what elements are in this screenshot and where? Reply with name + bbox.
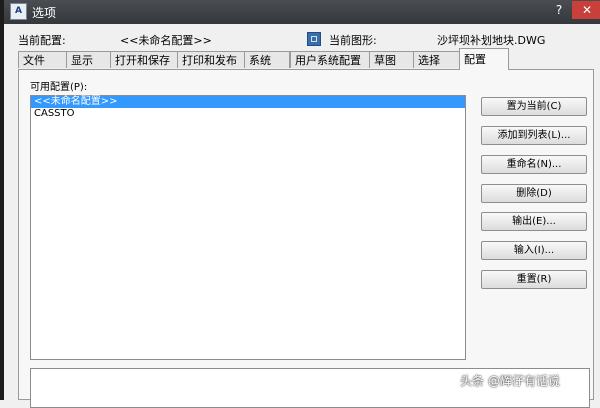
available-profiles-label: 可用配置(P): [30,82,88,93]
import-button[interactable]: 输入(I)... [481,241,587,260]
reset-button[interactable]: 重置(R) [481,270,587,289]
close-button[interactable]: ✕ [572,1,600,19]
tab-display[interactable]: 显示 [66,51,111,68]
set-current-button[interactable]: 置为当前(C) [481,97,587,116]
close-icon: ✕ [581,3,593,17]
tab-system[interactable]: 系统 [244,51,290,68]
list-item[interactable]: <<未命名配置>> [31,96,465,108]
rename-button[interactable]: 重命名(N)... [481,155,587,174]
tab-plot-publish[interactable]: 打印和发布 [177,51,245,68]
dwg-file-icon [307,32,321,46]
list-item[interactable]: CASSTO [31,108,465,120]
current-profile-value: <<未命名配置>> [120,34,212,47]
current-drawing-value: 沙坪坝补划地块.DWG [437,34,546,47]
current-drawing-label: 当前图形: [329,34,377,47]
title-bar: A 选项 ? ✕ [4,0,600,24]
app-icon-letter: A [15,6,22,16]
help-button[interactable]: ? [548,1,570,19]
add-to-list-button[interactable]: 添加到列表(L)... [481,126,587,145]
watermark-text: 头条 @辉仔有话说 [460,374,560,388]
tab-user-preferences[interactable]: 用户系统配置 [290,51,370,68]
help-icon: ? [555,3,563,17]
window-edge [0,0,4,400]
tab-open-save[interactable]: 打开和保存 [110,51,178,68]
tab-strip: 文件 显示 打开和保存 打印和发布 系统 用户系统配置 草图 选择 配置 [18,48,578,70]
delete-button[interactable]: 删除(D) [481,184,587,203]
profiles-listbox[interactable]: <<未命名配置>> CASSTO [30,95,466,360]
tab-files[interactable]: 文件 [18,51,67,68]
window-title: 选项 [32,6,57,20]
export-button[interactable]: 输出(E)... [481,212,587,231]
current-profile-label: 当前配置: [18,34,66,47]
tab-selection[interactable]: 选择 [413,51,460,68]
tab-drafting[interactable]: 草图 [369,51,414,68]
autocad-app-icon: A [10,3,27,20]
tab-profiles[interactable]: 配置 [459,48,509,70]
